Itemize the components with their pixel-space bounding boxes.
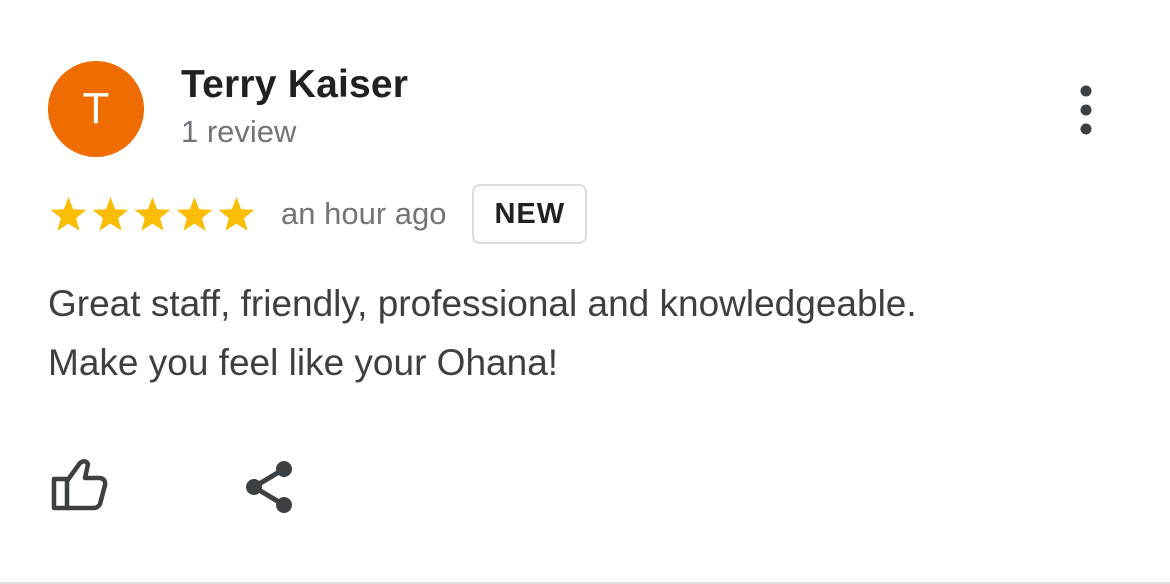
star-icon <box>48 195 89 233</box>
reviewer-review-count: 1 review <box>181 114 297 149</box>
thumb-up-icon <box>51 459 108 511</box>
avatar-initial: T <box>82 84 110 133</box>
new-badge: NEW <box>472 184 588 244</box>
star-icon <box>90 195 131 233</box>
star-icon <box>174 195 215 233</box>
review-card: T Terry Kaiser 1 review an hour ago NEW … <box>0 0 1170 584</box>
share-icon <box>246 461 292 513</box>
review-text-line: Great staff, friendly, professional and … <box>48 283 917 324</box>
review-text: Great staff, friendly, professional and … <box>48 274 1128 392</box>
more-vertical-icon <box>1080 85 1092 135</box>
star-icon <box>216 195 257 233</box>
rating-row: an hour ago NEW <box>48 182 588 246</box>
like-button[interactable] <box>46 452 110 516</box>
more-options-button[interactable] <box>1062 80 1110 140</box>
star-rating <box>48 195 257 233</box>
review-time: an hour ago <box>281 196 447 231</box>
reviewer-name[interactable]: Terry Kaiser <box>181 63 408 107</box>
review-text-line: Make you feel like your Ohana! <box>48 342 559 383</box>
star-icon <box>132 195 173 233</box>
share-button[interactable] <box>240 456 304 520</box>
avatar[interactable]: T <box>48 61 144 157</box>
